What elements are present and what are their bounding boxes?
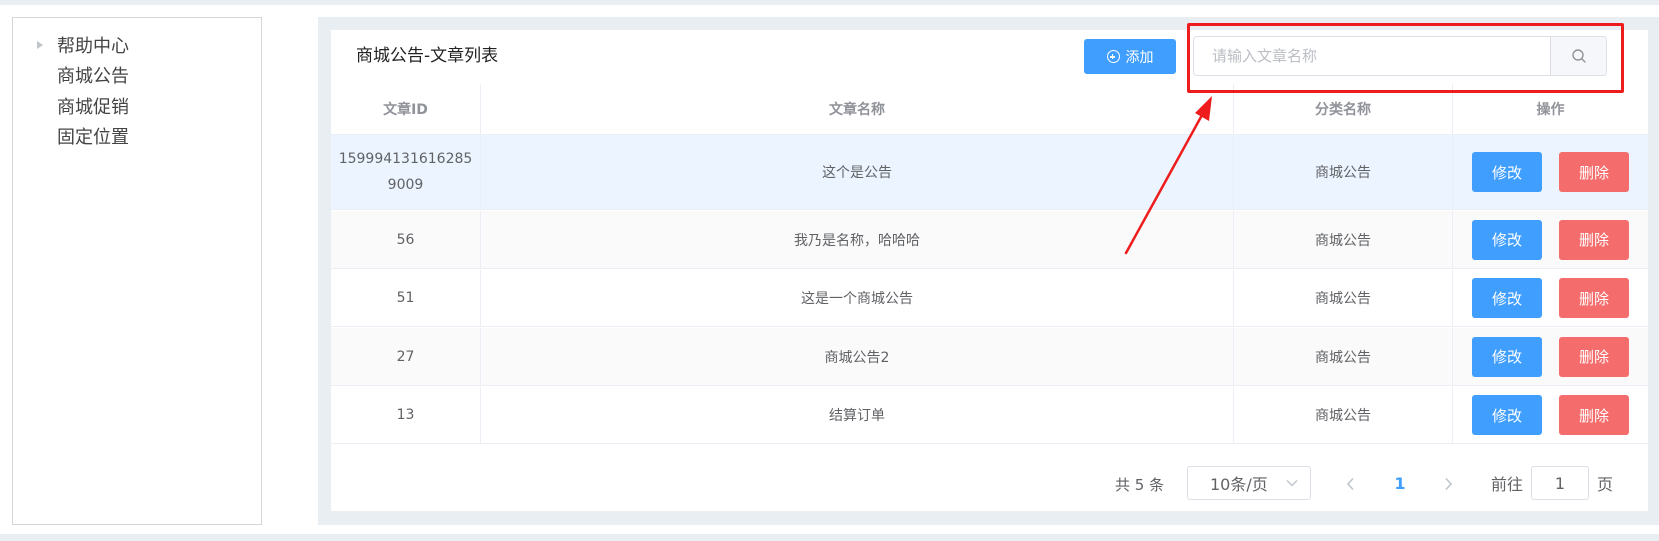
cell-id: 51 [331,270,481,326]
table-row[interactable]: 13 结算订单 商城公告 修改 删除 [331,387,1648,444]
search-button[interactable] [1550,37,1606,75]
table-row[interactable]: 27 商城公告2 商城公告 修改 删除 [331,328,1648,386]
cell-category: 商城公告 [1234,135,1453,209]
cell-category: 商城公告 [1234,387,1453,443]
chevron-left-icon [1346,477,1354,491]
next-page-button[interactable] [1436,472,1460,496]
page-number-current[interactable]: 1 [1388,472,1412,496]
page-title: 商城公告-文章列表 [356,46,499,66]
search-box [1193,36,1607,76]
cell-name: 我乃是名称，哈哈哈 [481,211,1234,268]
cell-name: 这是一个商城公告 [481,270,1234,326]
delete-button[interactable]: 删除 [1559,152,1629,192]
cell-category: 商城公告 [1234,328,1453,385]
table-row[interactable]: 51 这是一个商城公告 商城公告 修改 删除 [331,270,1648,327]
tree-node-fixed-position[interactable]: 固定位置 [13,121,261,151]
tree-node-label: 帮助中心 [57,36,129,57]
table-row[interactable]: 1599941316162859009 这个是公告 商城公告 修改 删除 [331,135,1648,210]
tree-node-help-center[interactable]: 帮助中心 [13,30,261,60]
cell-name: 商城公告2 [481,328,1234,385]
tree-node-label: 固定位置 [57,127,129,148]
edit-button[interactable]: 修改 [1472,336,1542,377]
cell-actions: 修改 删除 [1453,270,1648,326]
search-icon [1571,49,1586,63]
delete-button[interactable]: 删除 [1559,336,1629,377]
edit-button[interactable]: 修改 [1472,395,1542,435]
cell-name: 这个是公告 [481,135,1234,209]
delete-button[interactable]: 删除 [1559,395,1629,435]
cell-category: 商城公告 [1234,211,1453,268]
add-button-label: 添加 [1125,49,1154,66]
column-header-category[interactable]: 分类名称 [1234,84,1453,134]
cell-name: 结算订单 [481,387,1234,443]
edit-button[interactable]: 修改 [1472,152,1542,192]
edit-button[interactable]: 修改 [1472,219,1542,260]
sidebar-tree: 帮助中心 商城公告 商城促销 固定位置 [12,17,262,525]
tree-node-label: 商城公告 [57,66,129,87]
cell-actions: 修改 删除 [1453,211,1648,268]
top-strip [0,0,1659,5]
delete-button[interactable]: 删除 [1559,278,1629,318]
table-header: 文章ID 文章名称 分类名称 操作 [331,84,1648,135]
goto-page-input[interactable] [1531,466,1589,500]
table-row[interactable]: 56 我乃是名称，哈哈哈 商城公告 修改 删除 [331,211,1648,269]
search-input[interactable] [1194,37,1550,75]
column-header-actions: 操作 [1536,102,1565,118]
cell-category: 商城公告 [1234,270,1453,326]
edit-button[interactable]: 修改 [1472,278,1542,318]
prev-page-button[interactable] [1339,472,1363,496]
cell-id: 1599941316162859009 [331,135,481,209]
cell-actions: 修改 删除 [1453,328,1648,385]
column-header-id[interactable]: 文章ID [331,84,481,134]
article-id: 1599941316162859009 [338,151,473,193]
delete-button[interactable]: 删除 [1559,219,1629,260]
caret-right-icon[interactable] [37,41,43,49]
cell-id: 13 [331,387,481,443]
cell-actions: 修改 删除 [1453,135,1648,209]
goto-label: 前往 [1491,475,1524,494]
tree-node-mall-promotion[interactable]: 商城促销 [13,91,261,121]
cell-actions: 修改 删除 [1453,387,1648,443]
goto-suffix: 页 [1597,475,1614,494]
chevron-right-icon [1445,477,1453,491]
tree-node-mall-announcement[interactable]: 商城公告 [13,60,261,90]
plus-circle-icon [1106,50,1120,63]
chevron-down-icon [1286,480,1298,487]
column-header-name[interactable]: 文章名称 [481,84,1234,134]
page-size-value: 10条/页 [1210,475,1268,494]
tree-node-label: 商城促销 [57,97,129,118]
cell-id: 56 [331,211,481,268]
pagination-total: 共 5 条 [1115,476,1165,494]
cell-id: 27 [331,328,481,385]
bottom-strip [0,534,1659,541]
add-button[interactable]: 添加 [1084,39,1176,74]
page-size-select[interactable]: 10条/页 [1187,466,1311,500]
